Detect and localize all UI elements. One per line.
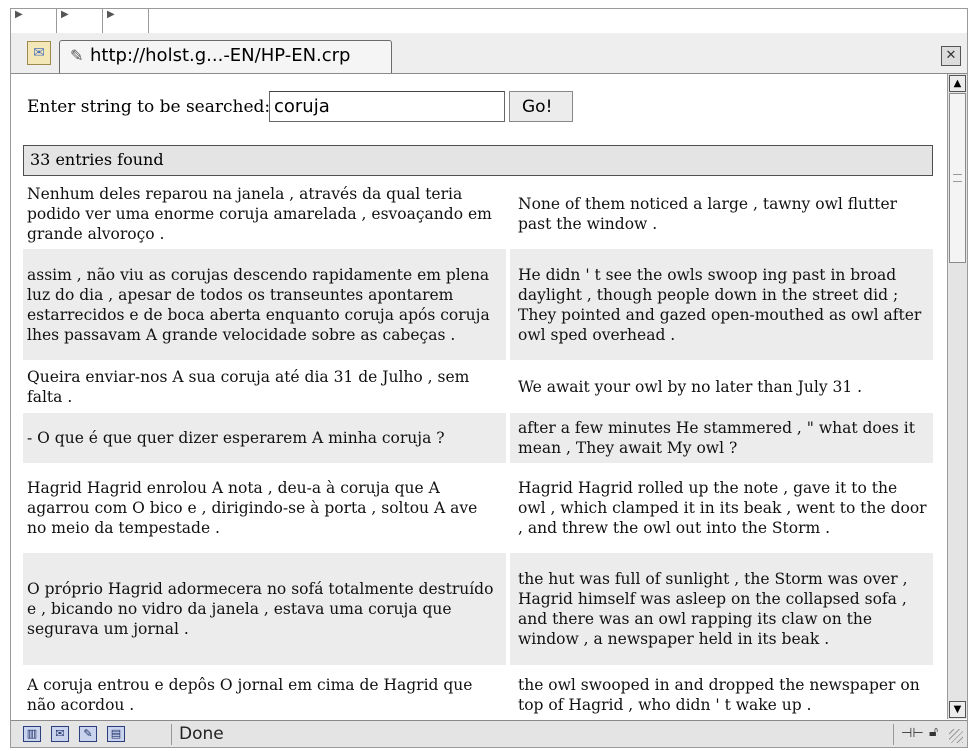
table-row: Queira enviar-nos A sua coruja até dia 3… — [23, 360, 933, 413]
addressbook-icon[interactable]: ▤ — [107, 726, 125, 742]
tab-active[interactable]: ✎ http://holst.g...-EN/HP-EN.crp — [59, 40, 392, 73]
english-cell: the hut was full of sunlight , the Storm… — [506, 553, 933, 665]
tab-bar: ✉ ✎ http://holst.g...-EN/HP-EN.crp ✕ — [11, 33, 967, 74]
status-divider — [171, 724, 172, 745]
navigator-icon[interactable]: ▥ — [23, 726, 41, 742]
close-icon[interactable]: ✕ — [941, 46, 961, 66]
mail-icon[interactable]: ✉ — [51, 726, 69, 742]
link-icon: ✎ — [70, 46, 84, 65]
english-cell: He didn ' t see the owls swoop ing past … — [506, 249, 933, 360]
table-row: Hagrid Hagrid enrolou A nota , deu-a à c… — [23, 463, 933, 553]
page-icon[interactable]: ✉ — [27, 41, 51, 65]
grippy-2[interactable]: ▶ — [57, 9, 103, 33]
composer-icon[interactable]: ✎ — [79, 726, 97, 742]
english-cell: Hagrid Hagrid rolled up the note , gave … — [506, 463, 933, 553]
portuguese-cell: Queira enviar-nos A sua coruja até dia 3… — [27, 367, 470, 406]
portuguese-cell: O próprio Hagrid adormecera no sofá tota… — [27, 580, 494, 638]
results-table: Nenhum deles reparou na janela , através… — [23, 179, 933, 719]
portuguese-cell: - O que é que quer dizer esperarem A min… — [27, 429, 445, 447]
status-bar: ▥ ✉ ✎ ▤ Done ⊣⊢ 🔓︎ — [11, 720, 967, 747]
scroll-thumb[interactable] — [949, 93, 966, 263]
grip-icon — [953, 174, 962, 182]
vertical-scrollbar[interactable]: ▲ ▼ — [947, 74, 967, 719]
browser-window: ▶ ▶ ▶ ✉ ✎ http://holst.g...-EN/HP-EN.crp… — [10, 8, 968, 748]
table-row: assim , não viu as corujas descendo rapi… — [23, 249, 933, 360]
table-row: Nenhum deles reparou na janela , através… — [23, 179, 933, 249]
table-row: A coruja entrou e depôs O jornal em cima… — [23, 665, 933, 719]
english-cell: We await your owl by no later than July … — [506, 360, 933, 413]
table-row: - O que é que quer dizer esperarem A min… — [23, 413, 933, 463]
portuguese-cell: assim , não viu as corujas descendo rapi… — [27, 265, 490, 344]
page-content: Enter string to be searched: Go! 33 entr… — [11, 74, 945, 719]
connection-icon[interactable]: ⊣⊢ — [901, 726, 924, 741]
toolbar-grippy-strip: ▶ ▶ ▶ — [11, 9, 191, 34]
search-label: Enter string to be searched: — [27, 97, 271, 117]
status-divider — [893, 724, 894, 745]
scroll-down-arrow-icon[interactable]: ▼ — [949, 701, 966, 718]
go-button[interactable]: Go! — [509, 91, 573, 122]
english-cell: the owl swooped in and dropped the newsp… — [506, 665, 933, 719]
english-cell: after a few minutes He stammered , " wha… — [506, 413, 933, 463]
results-count: 33 entries found — [23, 145, 933, 176]
portuguese-cell: A coruja entrou e depôs O jornal em cima… — [27, 676, 473, 714]
search-input[interactable] — [269, 91, 505, 122]
status-text: Done — [179, 724, 224, 744]
table-row: O próprio Hagrid adormecera no sofá tota… — [23, 553, 933, 665]
english-cell: None of them noticed a large , tawny owl… — [506, 179, 933, 249]
grippy-3[interactable]: ▶ — [103, 9, 149, 33]
scroll-up-arrow-icon[interactable]: ▲ — [949, 75, 966, 92]
portuguese-cell: Hagrid Hagrid enrolou A nota , deu-a à c… — [27, 479, 478, 537]
resize-grip[interactable] — [949, 729, 963, 743]
lock-icon[interactable]: 🔓︎ — [929, 724, 938, 740]
grippy-1[interactable]: ▶ — [11, 9, 57, 33]
portuguese-cell: Nenhum deles reparou na janela , através… — [27, 185, 492, 243]
tab-title: http://holst.g...-EN/HP-EN.crp — [90, 45, 351, 66]
